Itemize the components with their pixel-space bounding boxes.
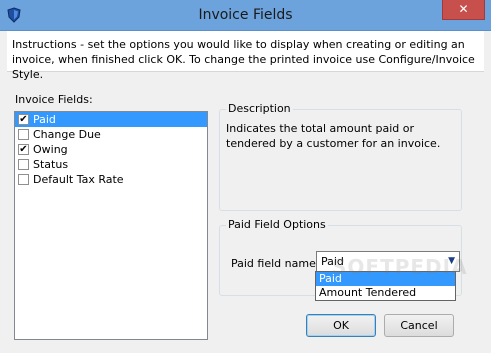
status-checkbox[interactable]	[18, 159, 29, 170]
field-item-status[interactable]: Status	[15, 157, 207, 172]
paid-checkbox[interactable]	[18, 114, 29, 125]
field-item-label: Paid	[33, 113, 56, 126]
description-text: Indicates the total amount paid or tende…	[226, 122, 441, 150]
field-item-change-due[interactable]: Change Due	[15, 127, 207, 142]
close-button[interactable]: ✕	[442, 0, 485, 20]
instructions-panel: Instructions - set the options you would…	[7, 31, 484, 81]
cancel-button[interactable]: Cancel	[384, 314, 454, 337]
field-item-owing[interactable]: Owing	[15, 142, 207, 157]
change-due-checkbox[interactable]	[18, 129, 29, 140]
softpedia-watermark: SOFTPEDIA	[332, 255, 468, 279]
field-item-label: Default Tax Rate	[33, 173, 124, 186]
description-group: Description Indicates the total amount p…	[219, 102, 462, 211]
invoice-fields-list[interactable]: Paid Change Due Owing Status Default Tax…	[14, 111, 208, 340]
title-bar: Invoice Fields ✕	[0, 0, 491, 31]
field-item-label: Change Due	[33, 128, 101, 141]
instructions-text: Instructions - set the options you would…	[12, 38, 475, 81]
ok-button[interactable]: OK	[306, 314, 376, 337]
field-item-paid[interactable]: Paid	[15, 112, 207, 127]
field-item-label: Status	[33, 158, 69, 171]
paid-field-options-title: Paid Field Options	[226, 218, 328, 231]
description-title: Description	[226, 102, 293, 115]
field-item-default-tax-rate[interactable]: Default Tax Rate	[15, 172, 207, 187]
invoice-fields-label: Invoice Fields:	[15, 93, 93, 106]
default-tax-rate-checkbox[interactable]	[18, 174, 29, 185]
field-item-label: Owing	[33, 143, 68, 156]
window-title: Invoice Fields	[198, 7, 293, 23]
paid-field-name-label: Paid field name:	[231, 257, 320, 270]
dropdown-option-amount-tendered[interactable]: Amount Tendered	[316, 286, 455, 300]
owing-checkbox[interactable]	[18, 144, 29, 155]
